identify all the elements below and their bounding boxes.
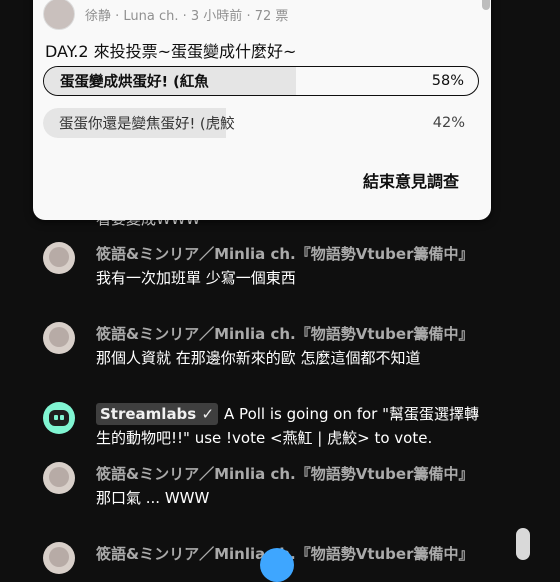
end-poll-button[interactable]: 結束意見調查 (361, 164, 461, 196)
poll-option[interactable]: 蛋蛋變成烘蛋好! (紅魚 58% (43, 66, 479, 96)
poll-option-percent: 42% (432, 115, 465, 131)
poll-option-label: 蛋蛋你還是變焦蛋好! (虎鮫 (59, 116, 235, 133)
poll-option[interactable]: 蛋蛋你還是變焦蛋好! (虎鮫 42% (43, 108, 479, 138)
poll-author-avatar (43, 0, 75, 30)
avatar[interactable] (43, 242, 75, 274)
message-text: 我有一次加班單 少寫一個東西 (96, 269, 296, 287)
new-messages-indicator[interactable] (260, 548, 294, 582)
message-author-chip[interactable]: Streamlabs ✓ (96, 403, 219, 425)
message-author[interactable]: 筱語&ミンリア／Minlia ch.『物語勢Vtuber籌備中』 (96, 325, 474, 343)
poll-option-percent: 58% (431, 73, 464, 89)
poll-option-label: 蛋蛋變成烘蛋好! (紅魚 (60, 74, 209, 91)
poll-card: 徐静 · Luna ch. · 3 小時前 · 72 票 DAY.2 來投投票~… (33, 0, 491, 220)
streamlabs-avatar[interactable] (43, 402, 75, 434)
live-chat: 看要變成WWW 筱語&ミンリア／Minlia ch.『物語勢Vtuber籌備中』… (0, 0, 560, 582)
message-text: 那口氣 ... WWW (96, 489, 210, 507)
message-author[interactable]: 筱語&ミンリア／Minlia ch.『物語勢Vtuber籌備中』 (96, 245, 474, 263)
poll-header: 徐静 · Luna ch. · 3 小時前 · 72 票 (43, 0, 288, 30)
message-author[interactable]: 筱語&ミンリア／Minlia ch.『物語勢Vtuber籌備中』 (96, 465, 474, 483)
poll-scrollbar[interactable] (482, 0, 490, 10)
avatar[interactable] (43, 462, 75, 494)
poll-question: DAY.2 來投投票~蛋蛋變成什麼好~ (45, 42, 297, 61)
poll-author-line: 徐静 · Luna ch. · 3 小時前 · 72 票 (85, 8, 289, 24)
chat-scrollbar[interactable] (516, 528, 530, 560)
message-text: 那個人資就 在那邊你新來的歐 怎麼這個都不知道 (96, 349, 421, 367)
streamlabs-logo-icon (49, 410, 69, 426)
avatar[interactable] (43, 322, 75, 354)
avatar[interactable] (43, 542, 75, 574)
